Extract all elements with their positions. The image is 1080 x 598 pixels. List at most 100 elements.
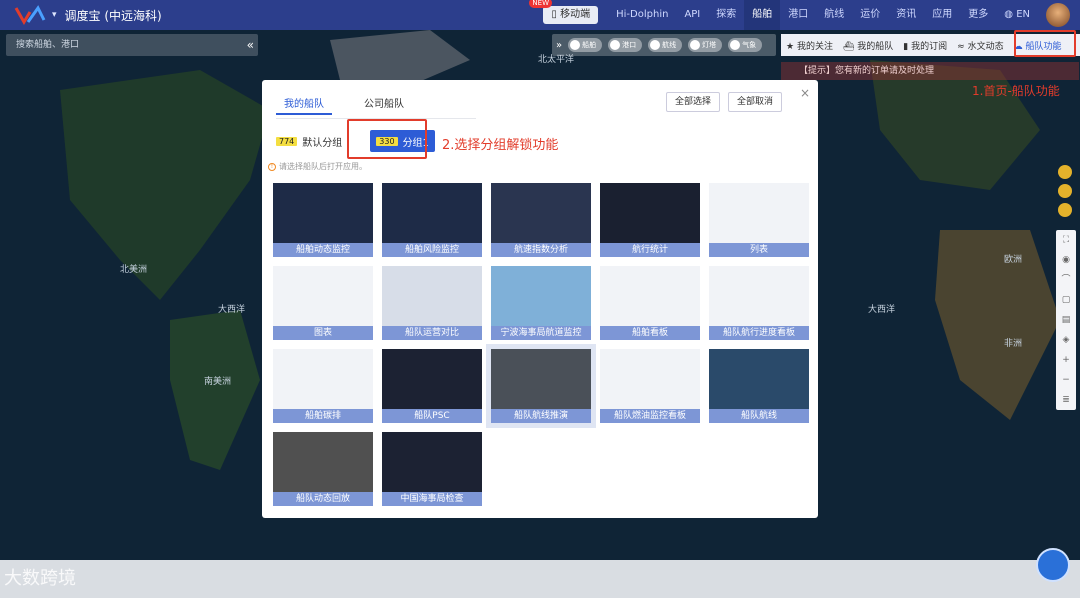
annotation-highlight-box [347,119,427,159]
nav-item-more[interactable]: 更多 [960,0,996,30]
card-thumbnail [491,349,591,409]
tab-company-fleet[interactable]: 公司船队 [356,92,412,115]
locate-icon[interactable]: ◉ [1056,250,1076,270]
zoom-in-icon[interactable]: + [1056,350,1076,370]
quick-item-hydrology[interactable]: ≈ 水文动态 [952,39,1008,52]
function-card[interactable]: 船队航行进度看板 [709,266,809,340]
map-label: 北美洲 [120,265,148,275]
function-card[interactable]: 船队航线 [709,349,809,423]
card-thumbnail [382,432,482,492]
function-card[interactable]: 船舶碳排 [273,349,373,423]
card-label: 船舶看板 [600,326,700,340]
assistant-mascot-icon[interactable] [1036,548,1070,582]
card-label: 船队航线 [709,409,809,423]
function-card[interactable]: 船队PSC [382,349,482,423]
cancel-all-button[interactable]: 全部取消 [728,92,783,112]
area-icon[interactable]: ▢ [1056,290,1076,310]
nav-item-news[interactable]: 资讯 [888,0,924,30]
function-card[interactable]: 船舶风险监控 [382,183,482,257]
card-thumbnail [382,183,482,243]
collapse-icon[interactable]: « [247,34,254,56]
watermark-logo: 大数跨境 [4,568,76,589]
layer-toggle[interactable]: 气象 [728,38,763,52]
layer-toggle[interactable]: 航线 [648,38,683,52]
bookmark-icon: ▮ [903,41,909,52]
card-thumbnail [709,349,809,409]
nav-item-api[interactable]: API [676,0,708,30]
stack-icon[interactable]: ≣ [1056,390,1076,410]
map-widgets [1058,165,1072,217]
nav-item-explore[interactable]: 探索 [708,0,744,30]
notice: ! 请选择船队后打开应用。 [268,161,367,172]
card-thumbnail [491,266,591,326]
function-card[interactable]: 船队动态回放 [273,432,373,506]
card-thumbnail [273,183,373,243]
mobile-button[interactable]: NEW ▯ 移动端 [529,0,599,24]
function-card[interactable]: 船舶看板 [600,266,700,340]
language-label: EN [1016,9,1030,20]
alert-bar[interactable]: 【提示】您有新的订单请及时处理 [781,62,1079,80]
function-card[interactable]: 航速指数分析 [491,183,591,257]
quick-item-subscriptions[interactable]: ▮ 我的订阅 [898,39,952,52]
tab-my-fleet[interactable]: 我的船队 [276,92,332,115]
bulb-icon[interactable] [1058,165,1072,179]
layer-toggle[interactable]: 港口 [608,38,643,52]
nav-item-language[interactable]: ◍ EN [996,0,1038,30]
quick-item-favorites[interactable]: ★ 我的关注 [781,39,838,52]
card-thumbnail [600,349,700,409]
layer-toggle[interactable]: 灯塔 [688,38,723,52]
function-card[interactable]: 船队燃油监控看板 [600,349,700,423]
chat-icon[interactable] [1058,184,1072,198]
nav-item-routes[interactable]: 航线 [816,0,852,30]
card-thumbnail [600,266,700,326]
card-thumbnail [382,266,482,326]
app-logo-icon[interactable] [14,4,48,26]
function-card[interactable]: 船舶动态监控 [273,183,373,257]
group-default[interactable]: 774 默认分组 [270,130,348,152]
quick-item-my-fleet[interactable]: ⛴ 我的船队 [838,39,898,52]
card-thumbnail [273,432,373,492]
group-name: 默认分组 [302,137,343,149]
select-all-button[interactable]: 全部选择 [666,92,721,112]
layers-icon[interactable]: ◈ [1056,330,1076,350]
card-label: 船队PSC [382,409,482,423]
function-card[interactable]: 船队运营对比 [382,266,482,340]
map-label: 南美洲 [204,377,232,387]
quick-label: 我的关注 [796,41,833,52]
function-card[interactable]: 航行统计 [600,183,700,257]
zoom-out-icon[interactable]: − [1056,370,1076,390]
print-icon[interactable]: ▤ [1056,310,1076,330]
fullscreen-icon[interactable]: ⛶ [1056,230,1076,250]
expand-icon[interactable]: » [556,40,562,51]
measure-icon[interactable]: ⌒ [1056,270,1076,290]
nav-item-hi-dolphin[interactable]: Hi-Dolphin [608,0,676,30]
search-input[interactable]: 搜索船舶、港口 « [6,34,258,56]
card-thumbnail [382,349,482,409]
function-card[interactable]: 宁波海事局航道监控 [491,266,591,340]
annotation-step2: 2.选择分组解锁功能 [442,138,559,153]
chevron-down-icon[interactable]: ▾ [52,10,57,20]
nav-item-apps[interactable]: 应用 [924,0,960,30]
function-card[interactable]: 列表 [709,183,809,257]
group-count: 774 [276,136,298,146]
function-card[interactable]: 船队航线推演 [486,344,596,428]
nav-item-ships[interactable]: 船舶 [744,0,781,30]
function-card[interactable]: 图表 [273,266,373,340]
close-icon[interactable]: × [800,86,810,100]
quick-label: 我的订阅 [911,41,948,52]
card-label: 船队航行进度看板 [709,326,809,340]
nav-item-freight[interactable]: 运价 [852,0,888,30]
card-label: 列表 [709,243,809,257]
map-toolbar: ⛶ ◉ ⌒ ▢ ▤ ◈ + − ≣ [1056,230,1076,410]
modal-tabs: 我的船队 公司船队 [276,92,412,115]
card-label: 航速指数分析 [491,243,591,257]
card-label: 船舶动态监控 [273,243,373,257]
avatar[interactable] [1046,3,1070,27]
weather-icon[interactable] [1058,203,1072,217]
annotation-highlight-box [1014,30,1076,57]
card-label: 航行统计 [600,243,700,257]
function-card[interactable]: 中国海事局检查 [382,432,482,506]
nav-item-ports[interactable]: 港口 [780,0,816,30]
quick-label: 我的船队 [857,41,894,52]
layer-toggle[interactable]: 船舶 [568,38,603,52]
